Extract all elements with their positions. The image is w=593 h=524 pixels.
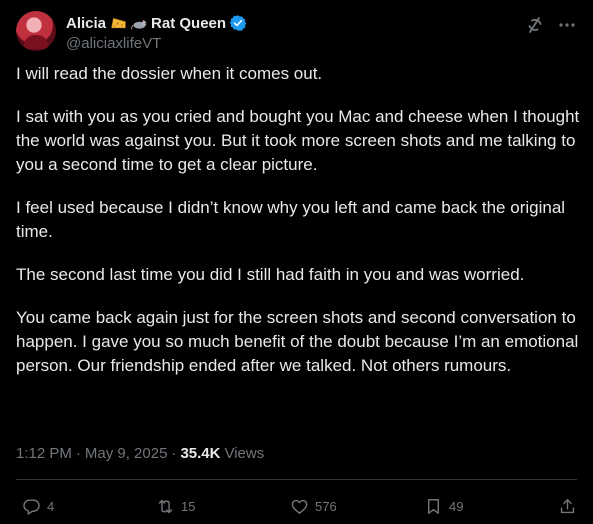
post-paragraph: You came back again just for the screen … — [16, 308, 579, 375]
display-name[interactable]: Alicia — [66, 15, 106, 32]
rat-emoji-icon — [131, 15, 148, 32]
share-icon — [560, 498, 575, 513]
repost-button[interactable]: 15 — [156, 497, 286, 516]
avatar[interactable] — [16, 11, 56, 51]
reply-icon — [23, 498, 40, 515]
display-name-suffix[interactable]: Rat Queen — [151, 15, 226, 32]
meta-separator: · — [75, 445, 81, 462]
post-paragraph: I will read the dossier when it comes ou… — [16, 64, 323, 83]
author-names: Alicia Rat Queen @aliciaxlifeVT — [66, 13, 247, 52]
bookmark-icon — [428, 498, 439, 514]
post-date[interactable]: May 9, 2025 — [85, 445, 168, 462]
post-time[interactable]: 1:12 PM — [16, 445, 72, 462]
divider — [16, 479, 577, 480]
like-button[interactable]: 576 — [290, 497, 420, 516]
reply-button[interactable]: 4 — [22, 497, 152, 516]
post-paragraph: I feel used because I didn’t know why yo… — [16, 198, 566, 241]
reply-count: 4 — [47, 498, 55, 514]
like-count: 576 — [315, 498, 337, 514]
repost-count: 15 — [181, 498, 196, 514]
views-label: Views — [224, 445, 265, 462]
verified-badge-icon[interactable] — [229, 14, 247, 32]
post-paragraph: The second last time you did I still had… — [16, 265, 525, 284]
display-name-row[interactable]: Alicia Rat Queen — [66, 13, 247, 33]
post-header: Alicia Rat Queen @aliciaxlifeVT — [16, 10, 577, 54]
repost-icon — [158, 499, 173, 513]
meta-separator: · — [171, 445, 177, 462]
post-text: I will read the dossier when it comes ou… — [16, 62, 581, 397]
header-actions — [525, 15, 577, 35]
post-card: Alicia Rat Queen @aliciaxlifeVT I will r… — [0, 0, 593, 524]
grok-icon[interactable] — [525, 15, 545, 35]
author-handle[interactable]: @aliciaxlifeVT — [66, 35, 247, 52]
share-button[interactable] — [558, 497, 577, 516]
post-meta: 1:12 PM · May 9, 2025 · 35.4K Views — [16, 445, 264, 462]
bookmark-button[interactable]: 49 — [424, 497, 554, 516]
more-options-icon[interactable] — [557, 15, 577, 35]
views-count: 35.4K — [180, 445, 221, 462]
bookmark-count: 49 — [449, 498, 464, 514]
heart-icon — [291, 499, 308, 514]
cheese-emoji-icon — [110, 15, 127, 32]
post-paragraph: I sat with you as you cried and bought y… — [16, 107, 580, 174]
action-bar: 4 15 576 49 — [22, 494, 577, 518]
